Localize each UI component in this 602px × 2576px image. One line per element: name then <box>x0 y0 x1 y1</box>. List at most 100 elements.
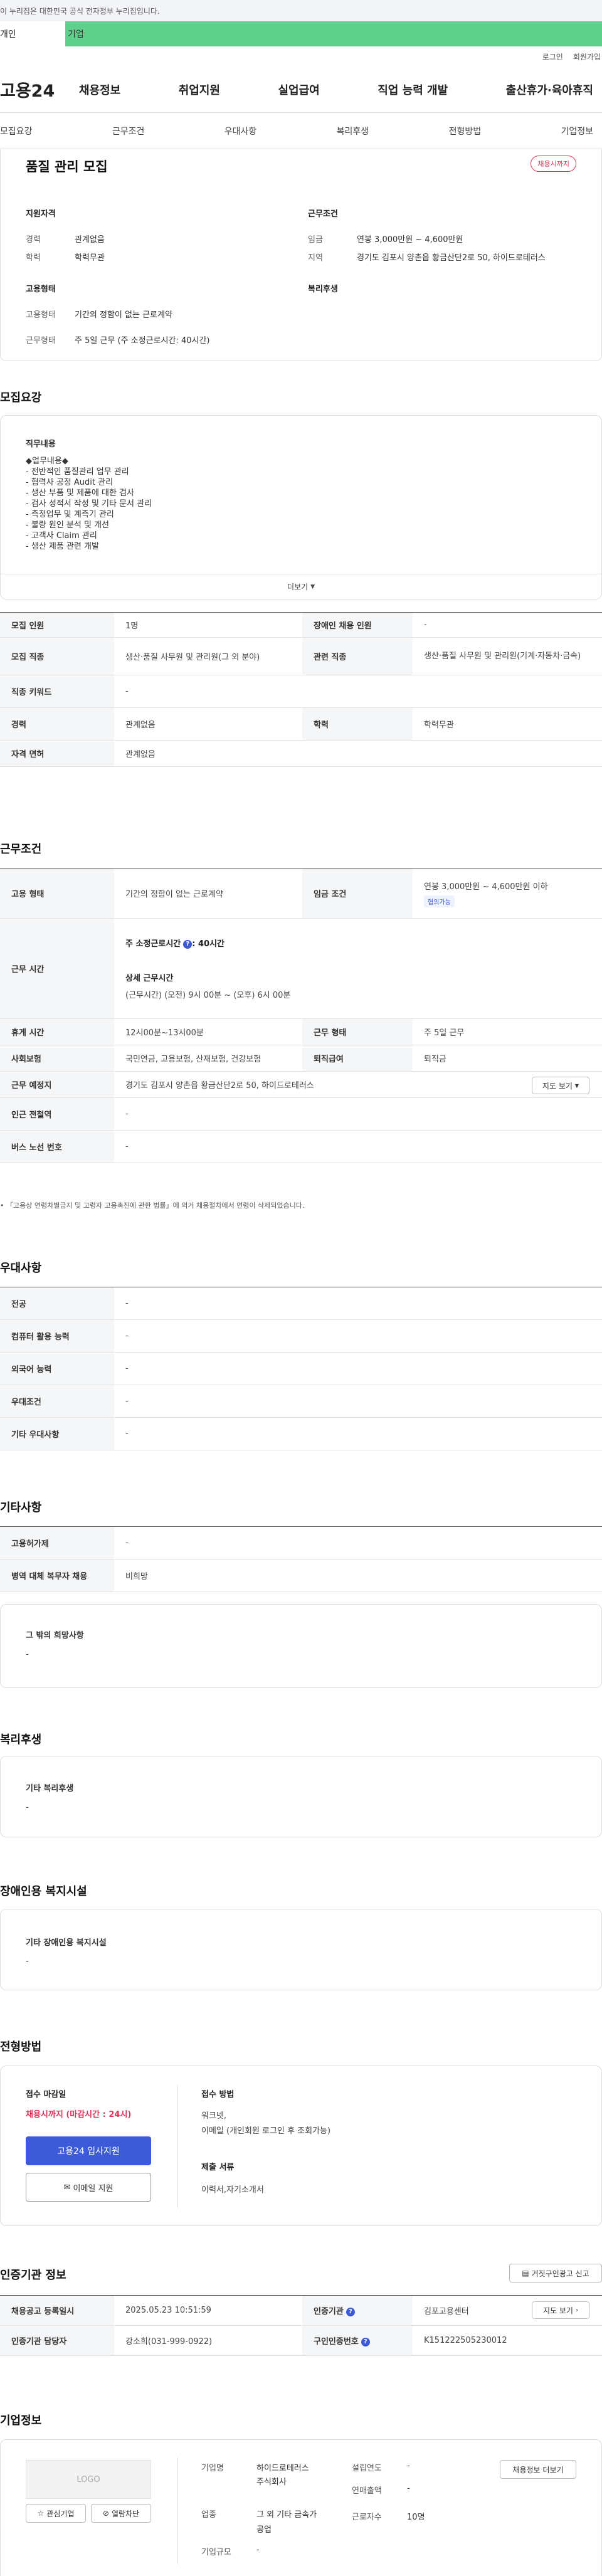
site-logo[interactable]: 고용24 <box>0 77 79 102</box>
cert-org-cell: 김포고용센터 지도 보기 › <box>413 2295 602 2326</box>
table-value: 생산·품질 사무원 및 관리원(그 외 분야) <box>114 637 302 675</box>
welfare-box-value: - <box>26 1803 29 1812</box>
selection-box: 접수 마감일 채용시까지 (마감시간 : 24시) 고용24 입사지원 ✉ 이메… <box>0 2066 602 2226</box>
block-icon: ⊘ <box>102 2509 109 2518</box>
selection-title: 전형방법 <box>0 2040 42 2054</box>
table-row: 인근 전철역 - <box>0 1097 602 1131</box>
anchor-recruit[interactable]: 모집요강 <box>0 125 33 137</box>
cert-map-button[interactable]: 지도 보기 › <box>532 2301 589 2319</box>
worktype-key: 근무형태 <box>26 336 56 346</box>
age-notice: • 「고용상 연령차별금지 및 고령자 고용촉진에 관한 법률」에 의거 채용절… <box>0 1200 304 1210</box>
anchor-pref[interactable]: 우대사항 <box>224 125 257 137</box>
duty-line: - 생산 제품 관련 개발 <box>26 542 99 551</box>
table-value: 12시00분~13시00분 <box>114 1018 302 1045</box>
help-icon[interactable]: ? <box>361 2337 370 2346</box>
table-row: 병역 대체 복무자 채용 비희망 <box>0 1559 602 1592</box>
emptype-key: 고용형태 <box>26 310 56 320</box>
tab-personal-label: 개인 <box>0 29 16 40</box>
more-jobs-button[interactable]: 채용정보 더보기 <box>500 2460 576 2479</box>
wage-key: 임금 <box>308 235 323 245</box>
industry-value-1: 그 외 기타 금속가 <box>256 2510 317 2520</box>
report-ad-button[interactable]: ▤ 거짓구인광고 신고 <box>509 2264 602 2283</box>
table-value: - <box>114 1352 602 1385</box>
block-view-label: 열람차단 <box>111 2509 140 2518</box>
region-key: 지역 <box>308 253 323 263</box>
anchor-selection[interactable]: 전형방법 <box>449 125 482 137</box>
hours-cell: 주 소정근로시간?: 40시간 상세 근무시간 (근무시간) (오전) 9시 0… <box>114 918 602 1019</box>
more-button-label: 더보기 <box>287 583 309 591</box>
table-value: 기간의 정함이 없는 근로계약 <box>114 868 302 919</box>
method-value-1: 워크넷, <box>201 2111 227 2121</box>
table-row: 외국어 능력 - <box>0 1352 602 1385</box>
etc-box-value: - <box>26 1650 29 1659</box>
join-link[interactable]: 회원가입 <box>573 51 601 62</box>
gov-tabs: 개인 기업 <box>0 21 602 46</box>
job-title: 품질 관리 모집 <box>26 159 108 174</box>
employees-key: 근로자수 <box>352 2513 382 2522</box>
more-button[interactable]: 더보기 ▼ <box>1 574 601 599</box>
map-button[interactable]: 지도 보기 ▼ <box>532 1077 589 1094</box>
table-value: 퇴직금 <box>413 1045 602 1072</box>
help-icon[interactable]: ? <box>183 939 193 949</box>
selection-divider <box>177 2085 178 2208</box>
table-value: - <box>114 1130 602 1163</box>
table-key: 고용 형태 <box>0 868 114 919</box>
table-value: 주 5일 근무 <box>413 1018 602 1045</box>
welfare-title: 복리후생 <box>0 1733 42 1746</box>
document-icon: ▤ <box>522 2269 529 2278</box>
tab-personal[interactable]: 개인 <box>0 21 65 46</box>
utility-bar: 로그인 회원가입 <box>0 46 602 66</box>
favorite-company-button[interactable]: ☆ 관심기업 <box>26 2504 86 2523</box>
table-row: 모집 인원 1명 장애인 채용 인원 - <box>0 612 602 638</box>
anchor-workcond[interactable]: 근무조건 <box>112 125 145 137</box>
table-key: 인증기관 담당자 <box>0 2325 114 2356</box>
emp-label: 고용형태 <box>26 285 56 294</box>
table-value: 1명 <box>114 612 302 638</box>
gnb-item-vocational-training[interactable]: 직업 능력 개발 <box>378 82 448 98</box>
cert-table: 채용공고 등록일시 2025.05.23 10:51:59 인증기관? 김포고용센… <box>0 2295 602 2356</box>
table-value: 관계없음 <box>114 707 302 741</box>
detail-hours-value: (근무시간) (오전) 9시 00분 ~ (오후) 6시 00분 <box>125 991 291 1000</box>
deadline-value: 채용시까지 (마감시간 : 24시) <box>26 2110 132 2119</box>
apply-button[interactable]: 고용24 입사지원 <box>26 2136 151 2165</box>
recruit-title: 모집요강 <box>0 391 42 404</box>
duty-label: 직무내용 <box>26 440 56 449</box>
help-icon[interactable]: ? <box>346 2307 355 2316</box>
pref-table: 전공 - 컴퓨터 활용 능력 - 외국어 능력 - 우대조건 - 기타 우대사항 - <box>0 1287 602 1450</box>
chevron-right-icon: › <box>575 2306 578 2314</box>
table-key: 직종 키워드 <box>0 675 114 708</box>
emptype-value: 기간의 정함이 없는 근로계약 <box>75 310 172 320</box>
report-ad-button-label: 거짓구인광고 신고 <box>531 2269 589 2278</box>
gnb-item-employment-support[interactable]: 취업지원 <box>179 82 220 98</box>
chevron-down-icon: ▼ <box>310 583 315 590</box>
table-row: 사회보험 국민연금, 고용보험, 산재보험, 건강보험 퇴직급여 퇴직금 <box>0 1045 602 1072</box>
table-value: 국민연금, 고용보험, 산재보험, 건강보험 <box>114 1045 302 1072</box>
table-key: 인근 전철역 <box>0 1097 114 1131</box>
table-key: 임금 조건 <box>302 868 413 919</box>
gnb-item-jobs[interactable]: 채용정보 <box>79 82 120 98</box>
anchor-welfare[interactable]: 복리후생 <box>337 125 369 137</box>
table-key: 근무 예정지 <box>0 1071 114 1098</box>
table-key: 관련 직종 <box>302 637 413 675</box>
table-row: 자격 면허 관계없음 <box>0 740 602 767</box>
place-cell: 경기도 김포시 양촌읍 황금산단2로 50, 하이드로테러스 지도 보기 ▼ <box>114 1071 602 1098</box>
cert-id-key: 구인인증번호 <box>314 2337 359 2346</box>
workcond-table: 고용 형태 기간의 정함이 없는 근로계약 임금 조건 연봉 3,000만원 ~ … <box>0 868 602 1163</box>
email-apply-button[interactable]: ✉ 이메일 지원 <box>26 2173 151 2202</box>
block-view-button[interactable]: ⊘ 열람차단 <box>91 2504 151 2523</box>
gnb-item-unemployment-benefit[interactable]: 실업급여 <box>278 82 320 98</box>
table-row: 고용허가제 - <box>0 1526 602 1560</box>
sales-key: 연매출액 <box>352 2486 382 2496</box>
company-logo-text: LOGO <box>77 2474 100 2484</box>
career-value: 관계없음 <box>75 235 105 245</box>
gnb-item-parental-leave[interactable]: 출산휴가·육아휴직 <box>506 82 593 98</box>
job-summary-card: 품질 관리 모집 채용시까지 지원자격 경력 관계없음 학력 학력무관 근무조건 임… <box>0 149 602 361</box>
negotiable-badge: 협의가능 <box>424 895 455 907</box>
duty-line: - 협력사 공정 Audit 관리 <box>26 478 114 487</box>
login-link[interactable]: 로그인 <box>542 51 563 62</box>
tab-company[interactable]: 기업 <box>65 21 602 46</box>
anchor-company[interactable]: 기업정보 <box>561 125 593 137</box>
table-key: 자격 면허 <box>0 740 114 767</box>
table-key: 버스 노선 번호 <box>0 1130 114 1163</box>
table-value: - <box>114 1526 602 1560</box>
